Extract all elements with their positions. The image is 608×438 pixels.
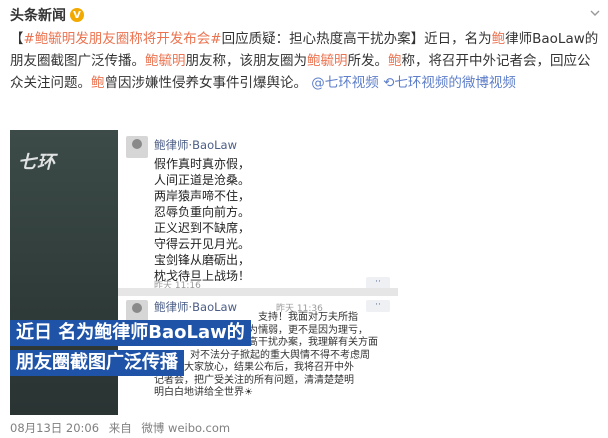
post-date[interactable]: 08月13日 20:06	[10, 421, 99, 435]
chevron-down-icon[interactable]	[590, 8, 600, 18]
source-link[interactable]: 微博 weibo.com	[141, 421, 230, 435]
moments-author: 鲍律师·BaoLaw	[154, 138, 237, 152]
moments-poem: 假作真时真亦假， 人间正道是沧桑。 两岸猿声啼不住， 忍辱负重向前方。 正义迟到…	[154, 157, 251, 283]
video-caption-line-1: 近日 名为鲍律师BaoLaw的	[10, 320, 251, 346]
verified-badge-icon: V	[70, 8, 84, 22]
mention-link[interactable]: @七环视频	[311, 75, 379, 91]
source-label: 来自	[108, 421, 132, 435]
emoji-icon: ☀	[244, 387, 253, 398]
hashtag-link[interactable]: #鲍毓明发朋友圈称将开发布会#	[24, 31, 222, 47]
avatar	[126, 300, 148, 322]
avatar	[126, 136, 148, 158]
more-icon: ··	[366, 300, 390, 312]
video-link[interactable]: ⟲七环视频的微博视频	[383, 75, 516, 91]
divider	[118, 288, 398, 296]
post-text: 【#鲍毓明发朋友圈称将开发布会#回应质疑：担心热度高干扰办案】近日，名为鲍律师B…	[10, 31, 599, 91]
post-footer: 08月13日 20:06 来自 微博 weibo.com	[10, 420, 236, 436]
moments-post-1: 鲍律师·BaoLaw 假作真时真亦假， 人间正道是沧桑。 两岸猿声啼不住， 忍辱…	[118, 130, 398, 291]
video-watermark: 七环	[18, 152, 56, 173]
author-name[interactable]: 头条新闻	[10, 5, 66, 25]
video-link-icon: ⟲	[383, 75, 395, 91]
video-player[interactable]: 七环 鲍律师·BaoLaw 假作真时真亦假， 人间正道是沧桑。 两岸猿声啼不住，…	[10, 130, 398, 415]
video-caption-line-2: 朋友圈截图广泛传播	[10, 350, 184, 376]
post-header: 头条新闻 V	[10, 4, 84, 26]
